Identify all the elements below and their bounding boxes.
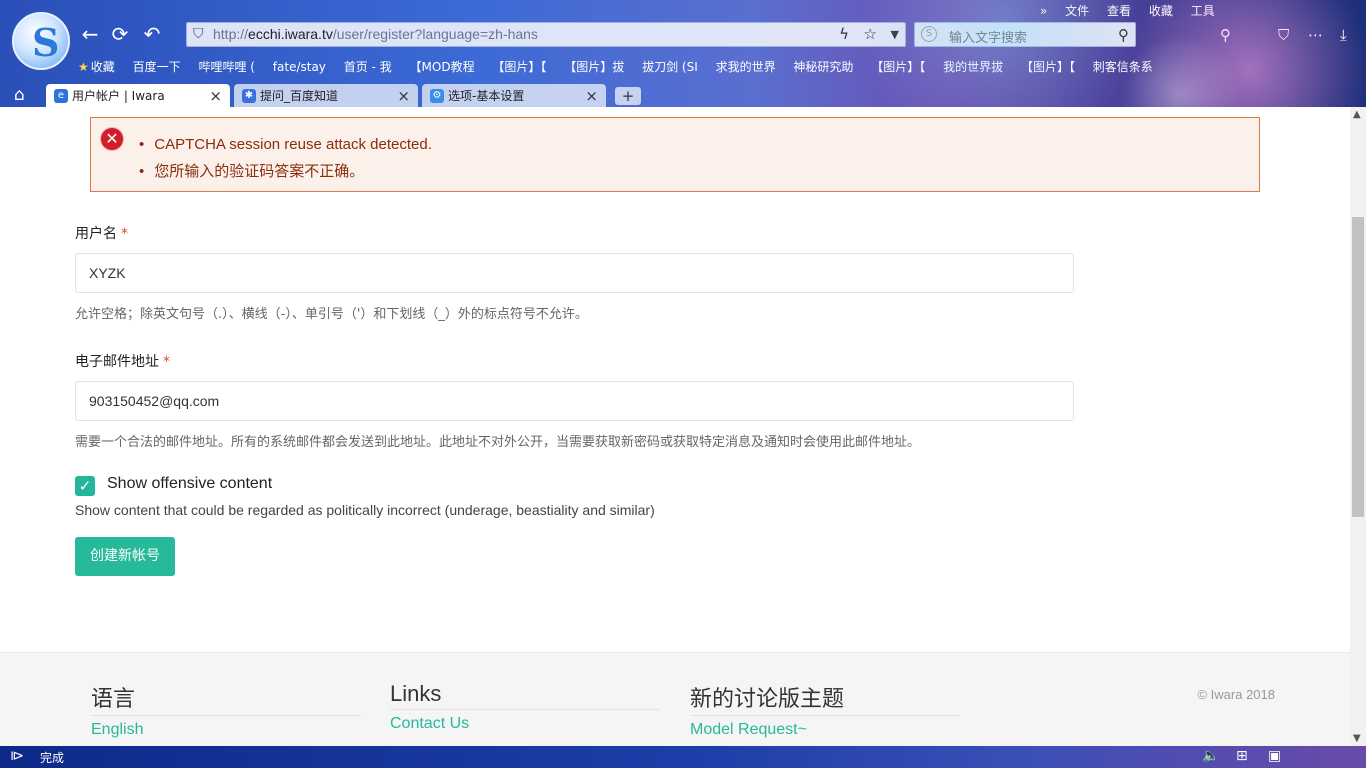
download-icon[interactable]: ⤓ <box>1340 26 1347 44</box>
error-alert: ✕ CAPTCHA session reuse attack detected.… <box>90 117 1260 192</box>
footer-heading: 语言 <box>91 681 361 716</box>
more-icon[interactable]: ⋯ <box>1308 26 1323 44</box>
shield-toolbar-icon[interactable]: ⛉ <box>1278 26 1289 44</box>
footer-heading: 新的讨论版主题 <box>690 681 960 716</box>
error-icon: ✕ <box>101 128 123 150</box>
tab-title: 用户帐户 | Iwara <box>72 89 165 103</box>
error-message: 您所输入的验证码答案不正确。 <box>139 158 432 185</box>
bookmark-item[interactable]: 【图片】【 <box>871 60 925 74</box>
bookmark-item[interactable]: 【MOD教程 <box>410 60 475 74</box>
close-tab-icon[interactable]: × <box>397 84 410 107</box>
back-button[interactable]: ← <box>78 22 102 46</box>
baidu-icon: ✱ <box>242 89 256 103</box>
offensive-content-label[interactable]: Show offensive content <box>107 475 272 493</box>
sidebar-toggle-icon[interactable]: ⧐ <box>10 748 24 764</box>
footer: 语言 English Links Contact Us 新的讨论版主题 Mode… <box>0 652 1350 746</box>
browser-logo[interactable]: S <box>12 12 70 70</box>
required-marker: * <box>163 354 170 370</box>
error-list: CAPTCHA session reuse attack detected. 您… <box>139 131 432 185</box>
close-tab-icon[interactable]: × <box>209 84 222 107</box>
footer-link-english[interactable]: English <box>91 720 361 740</box>
shield-icon: ⛉ <box>193 26 204 42</box>
bookmark-item[interactable]: 【图片】拔 <box>564 60 624 74</box>
tab-settings[interactable]: ⚙ 选项-基本设置 × <box>422 84 606 107</box>
search-toolbar-icon[interactable]: ⚲ <box>1220 26 1231 44</box>
search-placeholder: 输入文字搜索 <box>949 31 1028 46</box>
bookmark-item[interactable]: fate/stay <box>273 60 326 74</box>
undo-button[interactable]: ↶ <box>140 22 164 46</box>
footer-links-column: Links Contact Us <box>390 681 660 734</box>
footer-forum-column: 新的讨论版主题 Model Request~ <box>690 681 960 740</box>
tab-strip: ⌂ e 用户帐户 | Iwara × ✱ 提问_百度知道 × ⚙ 选项-基本设置… <box>0 82 1366 107</box>
bookmark-item[interactable]: 我的世界拔 <box>943 60 1003 74</box>
bookmark-item[interactable]: 收藏 <box>91 60 115 74</box>
tab-user-account[interactable]: e 用户帐户 | Iwara × <box>46 84 230 107</box>
bookmark-item[interactable]: 【图片】【 <box>492 60 546 74</box>
offensive-content-description: Show content that could be regarded as p… <box>75 502 655 518</box>
gear-icon: ⚙ <box>430 89 444 103</box>
bookmark-item[interactable]: 求我的世界 <box>716 60 776 74</box>
page-content: ✕ CAPTCHA session reuse attack detected.… <box>0 107 1350 746</box>
footer-link-forum-topic[interactable]: Model Request~ <box>690 720 960 740</box>
top-menu: » 文件 查看 收藏 工具 <box>1040 2 1229 19</box>
browser-chrome: S ← ⟳ ↶ ⛉ http://ecchi.iwara.tv/user/reg… <box>0 0 1366 107</box>
favorites-star-icon: ★ <box>78 60 89 74</box>
status-bar: ⧐ 完成 🔈 ⊞ ▣ <box>0 746 1366 768</box>
footer-heading: Links <box>390 681 660 710</box>
search-engine-icon[interactable]: S <box>921 26 937 42</box>
error-message: CAPTCHA session reuse attack detected. <box>139 131 432 158</box>
panel-icon[interactable]: ▣ <box>1268 748 1281 764</box>
email-field[interactable]: 903150452@qq.com <box>75 381 1074 421</box>
menu-file[interactable]: 文件 <box>1065 4 1089 18</box>
volume-icon[interactable]: 🔈 <box>1202 748 1219 764</box>
username-field[interactable]: XYZK <box>75 253 1074 293</box>
tab-title: 选项-基本设置 <box>448 89 525 103</box>
lightning-icon[interactable]: ϟ <box>839 25 849 43</box>
address-bar[interactable]: ⛉ http://ecchi.iwara.tv/user/register?la… <box>186 22 906 47</box>
scrollbar-thumb[interactable] <box>1352 217 1364 517</box>
bookmark-item[interactable]: 百度一下 <box>133 60 181 74</box>
new-tab-button[interactable]: + <box>615 87 641 105</box>
bookmark-item[interactable]: 哔哩哔哩 ( <box>198 60 255 74</box>
refresh-button[interactable]: ⟳ <box>108 22 132 46</box>
bookmark-item[interactable]: 【图片】【 <box>1021 60 1075 74</box>
menu-tools[interactable]: 工具 <box>1191 4 1215 18</box>
home-icon[interactable]: ⌂ <box>14 85 25 105</box>
bookmark-item[interactable]: 刺客信条系 <box>1093 60 1153 74</box>
bookmarks-bar: ★ 收藏 百度一下 哔哩哔哩 ( fate/stay 首页 - 我 【MOD教程 … <box>78 58 1167 76</box>
email-label: 电子邮件地址 * <box>75 354 170 370</box>
tab-baidu-zhidao[interactable]: ✱ 提问_百度知道 × <box>234 84 418 107</box>
username-help: 允许空格；除英文句号（.）、横线（-）、单引号（'）和下划线（_）外的标点符号不… <box>75 307 588 322</box>
scroll-up-icon[interactable]: ▲ <box>1353 109 1361 120</box>
search-box[interactable]: S 输入文字搜索 ⚲ <box>914 22 1136 47</box>
tab-title: 提问_百度知道 <box>260 89 339 103</box>
footer-link-contact[interactable]: Contact Us <box>390 714 660 734</box>
scroll-down-icon[interactable]: ▼ <box>1353 733 1361 744</box>
required-marker: * <box>121 226 128 242</box>
menu-expand-icon[interactable]: » <box>1040 4 1047 18</box>
ie-icon: e <box>54 89 68 103</box>
username-label: 用户名 * <box>75 226 128 242</box>
menu-view[interactable]: 查看 <box>1107 4 1131 18</box>
dropdown-icon[interactable]: ▼ <box>891 28 899 41</box>
address-url[interactable]: http://ecchi.iwara.tv/user/register?lang… <box>213 26 538 42</box>
star-icon[interactable]: ☆ <box>864 25 877 43</box>
email-help: 需要一个合法的邮件地址。所有的系统邮件都会发送到此地址。此地址不对外公开，当需要… <box>75 435 921 450</box>
offensive-content-checkbox[interactable]: ✓ <box>75 476 95 496</box>
copyright: © Iwara 2018 <box>1197 687 1275 702</box>
status-text: 完成 <box>40 751 65 765</box>
search-icon[interactable]: ⚲ <box>1118 26 1129 44</box>
close-tab-icon[interactable]: × <box>585 84 598 107</box>
window-icon[interactable]: ⊞ <box>1236 748 1248 764</box>
bookmark-item[interactable]: 神秘研究助 <box>793 60 853 74</box>
menu-favorites[interactable]: 收藏 <box>1149 4 1173 18</box>
bookmark-item[interactable]: 拔刀剑 (SI <box>642 60 698 74</box>
footer-language-column: 语言 English <box>91 681 361 740</box>
vertical-scrollbar[interactable]: ▲ ▼ <box>1350 107 1366 746</box>
create-account-button[interactable]: 创建新帐号 <box>75 537 175 576</box>
bookmark-item[interactable]: 首页 - 我 <box>344 60 392 74</box>
